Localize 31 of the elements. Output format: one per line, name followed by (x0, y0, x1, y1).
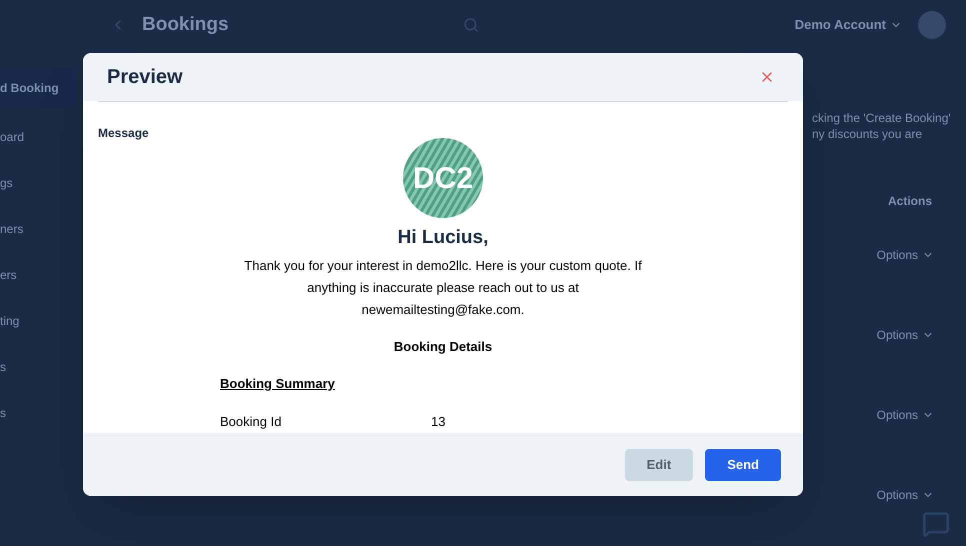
sidebar-item[interactable]: ers (0, 266, 75, 284)
message-label: Message (98, 125, 150, 142)
intro-text: cking the 'Create Booking' (812, 110, 952, 126)
column-header: Actions (888, 193, 932, 210)
send-button[interactable]: Send (705, 448, 781, 480)
section-title: Booking Details (394, 338, 492, 356)
edit-button[interactable]: Edit (624, 448, 694, 480)
dialog-title: Preview (107, 65, 183, 90)
page-title: Bookings (142, 12, 229, 37)
summary-title: Booking Summary (220, 375, 336, 393)
options-dropdown[interactable]: Options (876, 406, 934, 424)
sidebar-item[interactable]: oard (0, 128, 75, 146)
greeting: Hi Lucius, (398, 226, 488, 250)
options-dropdown[interactable]: Options (876, 246, 934, 264)
account-menu[interactable]: Demo Account (794, 15, 902, 35)
chat-icon[interactable] (922, 510, 950, 538)
search-icon[interactable] (462, 17, 479, 33)
sidebar-item[interactable]: s (0, 358, 75, 376)
sidebar-item[interactable]: ners (0, 220, 75, 238)
sidebar-item[interactable]: s (0, 404, 75, 422)
sidebar-item[interactable]: gs (0, 174, 75, 192)
options-dropdown[interactable]: Options (876, 326, 934, 344)
avatar[interactable] (918, 11, 946, 39)
options-dropdown[interactable]: Options (876, 486, 934, 504)
row-value: 13 (431, 412, 446, 430)
message-body: Thank you for your interest in demo2llc. Here is your custom quote. If anything is inaccurate please reach out to us at newemailtesting@fake.com. (243, 256, 643, 319)
row-label: Booking Id (220, 412, 282, 431)
intro-text: ny discounts you are (812, 126, 924, 142)
sidebar-item[interactable]: ting (0, 312, 75, 330)
sidebar-button[interactable]: d Booking (0, 68, 75, 108)
logo: DC2 (403, 138, 483, 218)
